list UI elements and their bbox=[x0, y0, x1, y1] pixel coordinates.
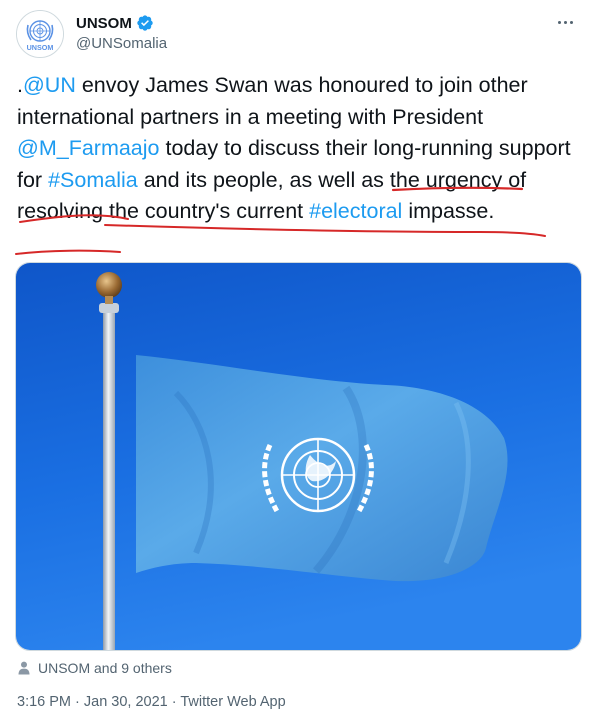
avatar[interactable]: UNSOM bbox=[16, 10, 64, 58]
mention-un[interactable]: @UN bbox=[23, 73, 76, 97]
more-options-icon[interactable] bbox=[554, 16, 576, 28]
text-segment: envoy James Swan was honoured to join ot… bbox=[17, 73, 528, 129]
un-emblem-icon: UNSOM bbox=[17, 11, 63, 57]
verified-badge-icon bbox=[137, 15, 153, 31]
display-name[interactable]: UNSOM bbox=[76, 15, 132, 32]
tweet-timestamp[interactable]: 3:16 PM · Jan 30, 2021 · Twitter Web App bbox=[17, 694, 286, 710]
handle[interactable]: @UNSomalia bbox=[76, 35, 167, 52]
hashtag-electoral[interactable]: #electoral bbox=[309, 199, 402, 223]
tweet: UNSOM UNSOM @UNSomalia .@UN envoy James … bbox=[0, 0, 590, 718]
tweet-text: .@UN envoy James Swan was honoured to jo… bbox=[17, 70, 577, 228]
avatar-label: UNSOM bbox=[27, 43, 54, 52]
text-segment: impasse. bbox=[402, 199, 495, 223]
hashtag-somalia[interactable]: #Somalia bbox=[48, 168, 138, 192]
person-icon bbox=[18, 661, 30, 675]
mention-m-farmaajo[interactable]: @M_Farmaajo bbox=[17, 136, 160, 160]
tweet-photo[interactable] bbox=[15, 262, 582, 651]
name-row: UNSOM bbox=[76, 13, 167, 33]
liked-by-row[interactable]: UNSOM and 9 others bbox=[18, 660, 172, 676]
un-flag-photo bbox=[16, 263, 581, 650]
liked-by-text: UNSOM and 9 others bbox=[38, 660, 172, 676]
author-block: UNSOM @UNSomalia bbox=[76, 13, 167, 53]
